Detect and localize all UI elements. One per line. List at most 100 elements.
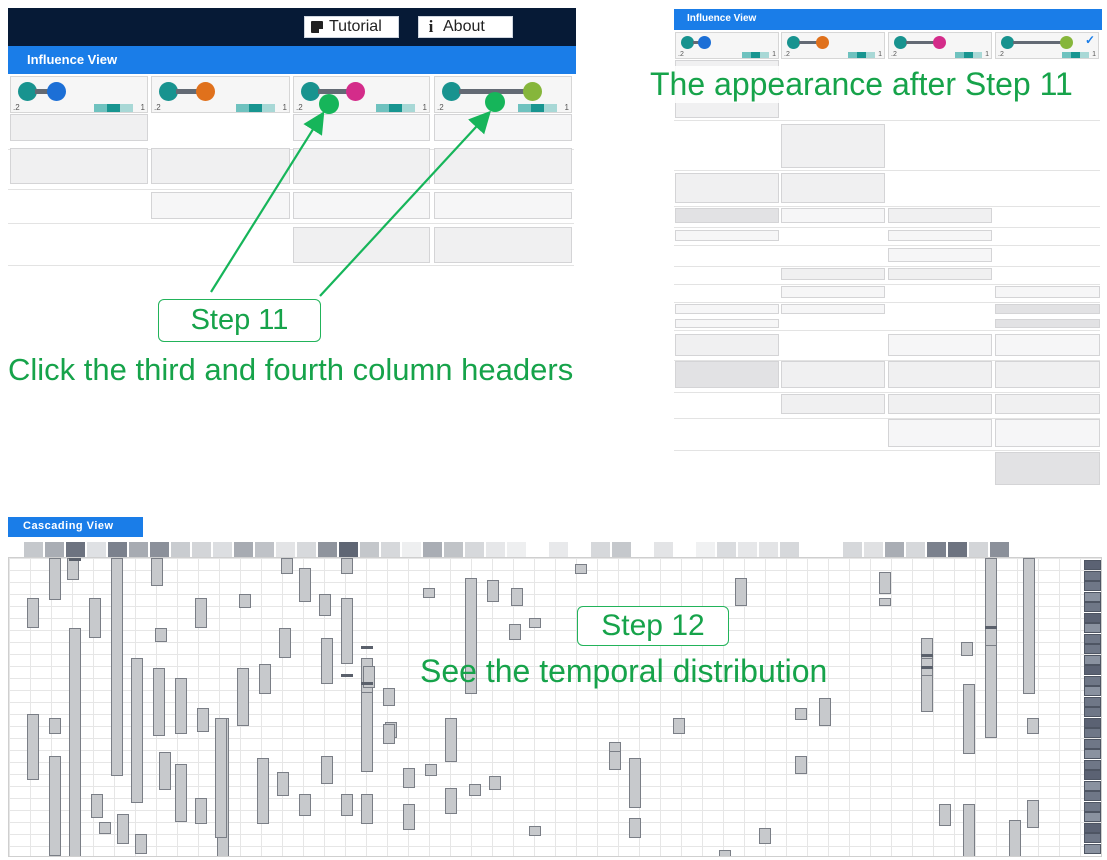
- cascading-view-grid[interactable]: [8, 557, 1102, 857]
- cascading-column-tile[interactable]: [402, 542, 421, 557]
- cascading-interval-bar[interactable]: [445, 718, 457, 762]
- cascading-interval-bar[interactable]: [341, 598, 353, 664]
- cascading-interval-bar[interactable]: [175, 764, 187, 822]
- influence-cell[interactable]: [151, 148, 290, 184]
- cascading-interval-bar[interactable]: [629, 758, 641, 808]
- influence-cell[interactable]: [781, 304, 885, 314]
- column-header-1[interactable]: .2 1: [10, 76, 148, 113]
- cascading-interval-bar[interactable]: [257, 758, 269, 824]
- cascading-interval-bar[interactable]: [403, 768, 415, 788]
- cascading-timeline-cell[interactable]: [1084, 749, 1101, 759]
- cascading-interval-bar[interactable]: [159, 752, 171, 790]
- cascading-column-tile[interactable]: [87, 542, 106, 557]
- influence-cell[interactable]: [781, 394, 885, 414]
- cascading-column-tile[interactable]: [759, 542, 778, 557]
- cascading-timeline-cell[interactable]: [1084, 770, 1101, 780]
- cascading-interval-bar[interactable]: [529, 618, 541, 628]
- cascading-column-tile[interactable]: [591, 542, 610, 557]
- cascading-interval-bar[interactable]: [509, 624, 521, 640]
- influence-cell[interactable]: [995, 319, 1100, 328]
- cascading-interval-bar[interactable]: [49, 756, 61, 856]
- cascading-column-tile[interactable]: [381, 542, 400, 557]
- cascading-interval-bar[interactable]: [341, 794, 353, 816]
- cascading-column-tile[interactable]: [213, 542, 232, 557]
- influence-cell[interactable]: [293, 192, 430, 219]
- cascading-interval-bar[interactable]: [341, 558, 353, 574]
- cascading-timeline-cell[interactable]: [1084, 675, 1101, 686]
- cascading-timeline-cell[interactable]: [1084, 696, 1101, 707]
- cascading-column-tile[interactable]: [717, 542, 736, 557]
- influence-cell[interactable]: [995, 361, 1100, 388]
- cascading-interval-bar[interactable]: [985, 558, 997, 738]
- cascading-timeline-cell[interactable]: [1084, 791, 1101, 801]
- cascading-column-tile[interactable]: [318, 542, 337, 557]
- cascading-timeline-cell[interactable]: [1084, 833, 1101, 843]
- cascading-column-tile[interactable]: [129, 542, 148, 557]
- cascading-interval-bar[interactable]: [27, 714, 39, 780]
- cascading-interval-bar[interactable]: [489, 776, 501, 790]
- after-column-header-4[interactable]: .2 1 ✓: [995, 32, 1099, 59]
- cascading-column-tile[interactable]: [696, 542, 715, 557]
- influence-cell[interactable]: [781, 361, 885, 388]
- cascading-timeline-cell[interactable]: [1084, 602, 1101, 612]
- cascading-column-tile[interactable]: [990, 542, 1009, 557]
- influence-cell[interactable]: [151, 192, 290, 219]
- cascading-interval-bar[interactable]: [1027, 718, 1039, 734]
- cascading-interval-bar[interactable]: [175, 678, 187, 734]
- cascading-column-tile[interactable]: [612, 542, 631, 557]
- cascading-interval-bar[interactable]: [879, 572, 891, 594]
- cascading-interval-bar[interactable]: [91, 794, 103, 818]
- cascading-interval-bar[interactable]: [281, 558, 293, 574]
- cascading-timeline-cell[interactable]: [1084, 738, 1101, 749]
- influence-cell[interactable]: [675, 304, 779, 314]
- cascading-interval-bar[interactable]: [131, 658, 143, 803]
- cascading-column-tile[interactable]: [927, 542, 946, 557]
- cascading-interval-bar[interactable]: [469, 784, 481, 796]
- after-column-header-3[interactable]: .2 1: [888, 32, 992, 59]
- cascading-interval-bar[interactable]: [879, 598, 891, 606]
- cascading-interval-bar[interactable]: [1023, 558, 1035, 694]
- after-column-header-1[interactable]: .2 1: [675, 32, 779, 59]
- influence-cell[interactable]: [434, 192, 572, 219]
- cascading-timeline-cell[interactable]: [1084, 612, 1101, 623]
- influence-cell[interactable]: [434, 114, 572, 141]
- cascading-column-tile[interactable]: [423, 542, 442, 557]
- cascading-interval-bar[interactable]: [321, 756, 333, 784]
- about-button[interactable]: i About: [418, 16, 513, 38]
- cascading-interval-bar[interactable]: [445, 788, 457, 814]
- influence-cell[interactable]: [10, 148, 148, 184]
- cascading-interval-bar[interactable]: [67, 558, 79, 580]
- cascading-column-tile[interactable]: [45, 542, 64, 557]
- cascading-interval-bar[interactable]: [195, 798, 207, 824]
- cascading-interval-bar[interactable]: [299, 568, 311, 602]
- column-header-3[interactable]: .2 1: [293, 76, 430, 113]
- cascading-column-tile[interactable]: [150, 542, 169, 557]
- influence-cell[interactable]: [675, 334, 779, 356]
- influence-cell[interactable]: [781, 173, 885, 203]
- cascading-timeline-cell[interactable]: [1084, 591, 1101, 602]
- influence-cell[interactable]: [995, 286, 1100, 298]
- cascading-interval-bar[interactable]: [629, 818, 641, 838]
- cascading-interval-bar[interactable]: [961, 642, 973, 656]
- cascading-column-tile[interactable]: [24, 542, 43, 557]
- cascading-interval-bar[interactable]: [99, 822, 111, 834]
- influence-cell[interactable]: [293, 227, 430, 263]
- cascading-interval-bar[interactable]: [49, 558, 61, 600]
- cascading-timeline-cell[interactable]: [1084, 654, 1101, 665]
- cascading-interval-bar[interactable]: [425, 764, 437, 776]
- cascading-column-tile[interactable]: [192, 542, 211, 557]
- cascading-interval-bar[interactable]: [321, 638, 333, 684]
- cascading-interval-bar[interactable]: [279, 628, 291, 658]
- cascading-timeline-cell[interactable]: [1084, 707, 1101, 717]
- tutorial-button[interactable]: Tutorial: [304, 16, 399, 38]
- cascading-interval-bar[interactable]: [361, 692, 373, 772]
- cascading-column-tile[interactable]: [843, 542, 862, 557]
- influence-cell[interactable]: [675, 230, 779, 241]
- cascading-timeline-cell[interactable]: [1084, 623, 1101, 633]
- cascading-interval-bar[interactable]: [27, 598, 39, 628]
- cascading-interval-bar[interactable]: [487, 580, 499, 602]
- cascading-timeline-cell[interactable]: [1084, 822, 1101, 833]
- cascading-interval-bar[interactable]: [511, 588, 523, 606]
- cascading-interval-bar[interactable]: [135, 834, 147, 854]
- cascading-column-tile[interactable]: [738, 542, 757, 557]
